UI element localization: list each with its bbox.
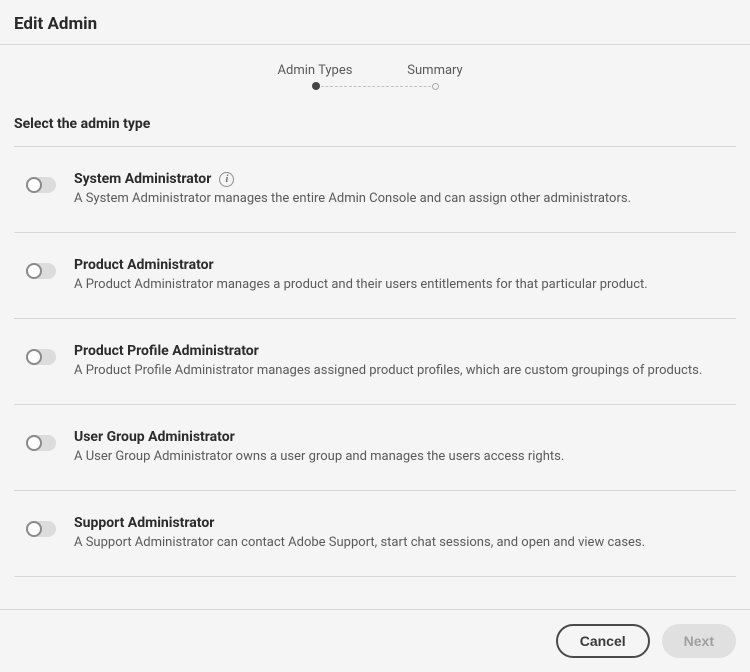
dialog-title: Edit Admin — [14, 14, 736, 34]
step-label-summary: Summary — [407, 63, 462, 78]
toggle-support-admin[interactable] — [26, 521, 56, 537]
step-dot-active — [312, 82, 320, 90]
step-label-admin-types: Admin Types — [278, 63, 353, 78]
toggle-system-admin[interactable] — [26, 177, 56, 193]
option-title: System Administrator — [74, 171, 211, 187]
info-icon[interactable]: i — [219, 172, 234, 187]
toggle-product-profile-admin[interactable] — [26, 349, 56, 365]
option-title: Product Profile Administrator — [74, 343, 259, 359]
option-title: Support Administrator — [74, 515, 214, 531]
option-support-admin: Support Administrator A Support Administ… — [14, 490, 736, 577]
next-button[interactable]: Next — [662, 624, 736, 658]
option-system-admin: System Administrator i A System Administ… — [14, 146, 736, 232]
dialog-header: Edit Admin — [0, 0, 750, 45]
option-desc: A Support Administrator can contact Adob… — [74, 535, 736, 550]
stepper-indicator — [0, 82, 750, 90]
option-product-admin: Product Administrator A Product Administ… — [14, 232, 736, 318]
toggle-product-admin[interactable] — [26, 263, 56, 279]
options-list: System Administrator i A System Administ… — [0, 146, 750, 609]
option-title: Product Administrator — [74, 257, 214, 273]
option-desc: A Product Administrator manages a produc… — [74, 277, 736, 292]
option-product-profile-admin: Product Profile Administrator A Product … — [14, 318, 736, 404]
option-desc: A User Group Administrator owns a user g… — [74, 449, 736, 464]
cancel-button[interactable]: Cancel — [556, 624, 650, 658]
dialog-footer: Cancel Next — [0, 609, 750, 672]
step-dot-inactive — [432, 83, 439, 90]
toggle-user-group-admin[interactable] — [26, 435, 56, 451]
option-desc: A System Administrator manages the entir… — [74, 191, 736, 206]
stepper: Admin Types Summary — [0, 45, 750, 84]
section-label: Select the admin type — [0, 94, 750, 146]
option-desc: A Product Profile Administrator manages … — [74, 363, 736, 378]
option-user-group-admin: User Group Administrator A User Group Ad… — [14, 404, 736, 490]
option-title: User Group Administrator — [74, 429, 235, 445]
